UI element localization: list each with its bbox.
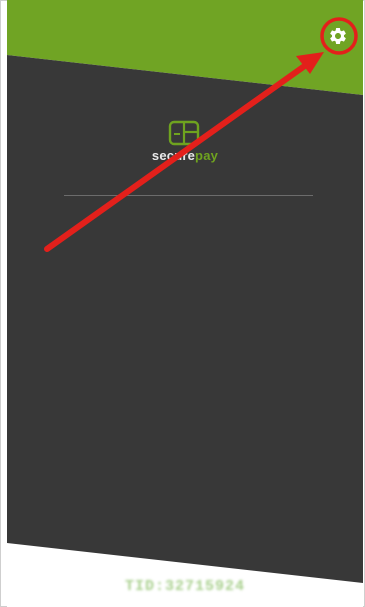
- gear-icon: [330, 27, 346, 44]
- settings-button[interactable]: [322, 20, 354, 52]
- terminal-id: TID:32715924: [124, 578, 246, 595]
- divider: [64, 195, 313, 196]
- brand-part-2: pay: [195, 148, 219, 163]
- brand-logo: securepay: [7, 120, 363, 165]
- brand-part-1: secure: [151, 148, 196, 163]
- background-shapes: [7, 0, 363, 583]
- card-logo-icon: [168, 120, 200, 146]
- brand-wordmark: securepay: [152, 148, 218, 163]
- app-screen: securepay TID:32715924: [7, 0, 363, 607]
